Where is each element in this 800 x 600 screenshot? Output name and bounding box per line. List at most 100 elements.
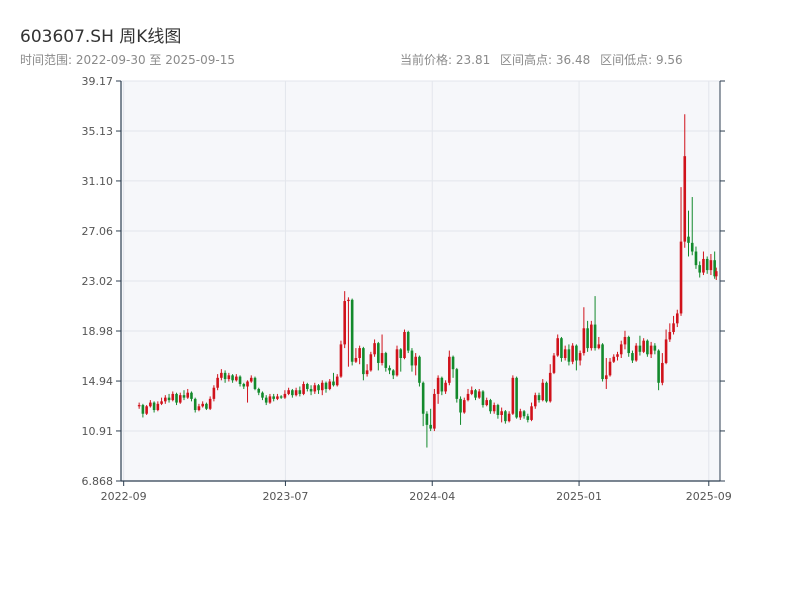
candle-body [444, 382, 447, 392]
candle-body [661, 362, 664, 383]
candle-body [272, 396, 275, 399]
candle-body [324, 382, 328, 389]
candle-body [604, 375, 608, 380]
candle [455, 367, 459, 403]
candle-body [705, 258, 709, 271]
candle-body [205, 403, 208, 409]
candle [418, 355, 421, 387]
candle-body [612, 356, 616, 362]
candle-body [481, 391, 485, 406]
candle-body [201, 403, 204, 407]
candle [601, 343, 604, 382]
candle-body [283, 393, 287, 398]
candle-body [362, 348, 365, 375]
candle-body [264, 397, 268, 403]
candle-body [694, 251, 698, 266]
y-tick-label: 6.868 [82, 475, 114, 488]
candle-body [668, 332, 672, 340]
candle [560, 336, 563, 362]
candle-body [646, 340, 649, 355]
candle [481, 390, 485, 408]
candle-body [208, 398, 212, 409]
candle-body [268, 396, 272, 403]
candle-body [552, 355, 556, 373]
candle-body [242, 384, 246, 387]
candle-body [257, 388, 261, 393]
candle-body [675, 313, 679, 324]
candle-body [563, 349, 567, 359]
candle-body [683, 156, 687, 242]
candle-body [313, 385, 317, 392]
candle-body [459, 398, 462, 413]
candle-body [298, 390, 302, 394]
candle [515, 376, 518, 419]
candle-body [429, 424, 432, 429]
candle-body [306, 384, 309, 389]
candle-body [227, 375, 231, 380]
candle-body [507, 413, 511, 422]
candle-body [477, 391, 481, 398]
candle-body [623, 336, 627, 345]
candlestick-chart: 6.868 10.91 14.94 18.98 23.02 27.06 31.10 35.13… [82, 75, 732, 503]
candle-body [395, 349, 399, 376]
candle-body [560, 338, 563, 359]
candle-body [156, 403, 160, 411]
candle-body [354, 358, 358, 362]
candle-body [212, 387, 216, 399]
candle-body [276, 396, 279, 399]
candle-body [377, 343, 380, 363]
candle-body [582, 328, 586, 354]
candle-body [702, 258, 705, 273]
candle-body [223, 372, 227, 380]
candle-body [149, 402, 152, 407]
x-tick-label: 2025-01 [556, 490, 602, 503]
candle-body [193, 398, 197, 411]
y-tick-label: 27.06 [82, 225, 114, 238]
candle [511, 375, 515, 415]
candle-body [421, 382, 425, 414]
candle-body [414, 356, 417, 366]
candle-body [597, 344, 601, 349]
candle-body [649, 345, 653, 355]
candle-body [500, 411, 503, 415]
candle-body [448, 356, 451, 383]
candle [406, 330, 410, 354]
candle-body [519, 411, 522, 418]
candle-body [320, 382, 324, 391]
candle [369, 351, 373, 372]
candle-body [616, 354, 619, 357]
candle [395, 345, 399, 377]
candle-body [619, 344, 623, 355]
candle-body [489, 400, 492, 412]
candle-body [175, 393, 178, 403]
candle-body [545, 382, 548, 402]
candle-body [178, 395, 182, 403]
candle-body [317, 385, 320, 391]
candle-body [373, 343, 376, 355]
candle-body [399, 349, 403, 359]
candle-body [440, 377, 444, 392]
candle-body [380, 353, 384, 363]
candle-body [249, 377, 253, 382]
candle [552, 353, 556, 375]
candle-body [358, 348, 361, 359]
candle-body [492, 405, 496, 412]
y-tick-label: 23.02 [82, 275, 114, 288]
candle-body [515, 377, 518, 418]
x-tick-label: 2025-09 [686, 490, 732, 503]
candle-body [504, 411, 507, 422]
candle [590, 320, 593, 351]
candle-body [664, 339, 668, 363]
y-tick-label: 31.10 [82, 175, 114, 188]
candle-body [294, 390, 298, 396]
y-tick-label: 39.17 [82, 75, 114, 88]
candle-body [653, 345, 657, 351]
candle-body [634, 345, 638, 361]
candle [339, 340, 343, 378]
candle-body [391, 370, 395, 376]
candle-body [698, 265, 702, 273]
candle [350, 298, 354, 366]
y-tick-label: 35.13 [82, 125, 114, 138]
candle-body [167, 397, 171, 401]
candle-body [291, 390, 294, 396]
